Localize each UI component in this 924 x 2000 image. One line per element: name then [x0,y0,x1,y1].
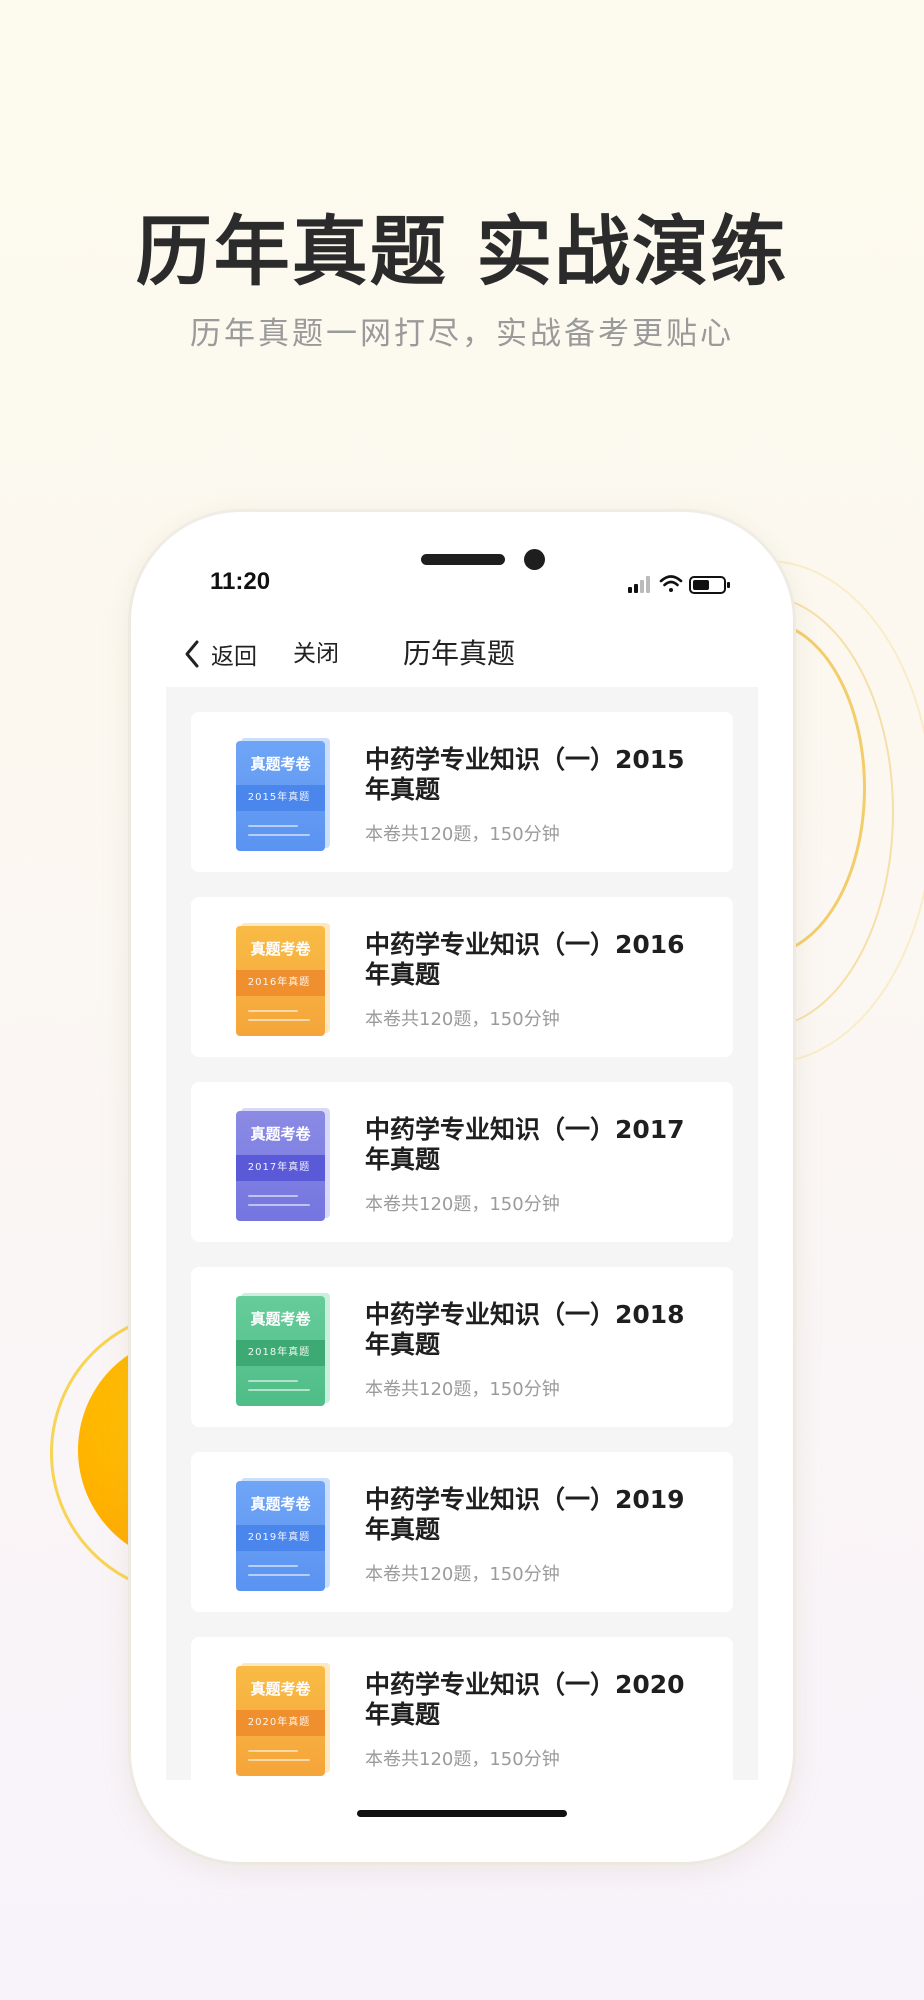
exam-card-2018[interactable]: 真题考卷 2018年真题 中药学专业知识（一）2018年真题 本卷共120题，1… [191,1267,733,1427]
exam-list: 真题考卷 2015年真题 中药学专业知识（一）2015年真题 本卷共120题，1… [166,687,758,1780]
cover-title: 真题考卷 [250,1310,311,1328]
phone-mockup: 11:20 返回 关闭 历年真题 真题考卷 2015年真题 中药学专业知识（一）… [131,512,793,1862]
status-time: 11:20 [210,568,271,595]
status-icons [628,572,738,596]
exam-title: 中药学专业知识（一）2020年真题 [365,1670,685,1729]
exam-meta: 本卷共120题，150分钟 [365,1379,560,1400]
chevron-left-icon [185,640,199,668]
battery-icon [689,576,730,594]
close-button[interactable]: 关闭 [293,634,339,674]
back-label: 返回 [211,644,257,670]
exam-card-2020[interactable]: 真题考卷 2020年真题 中药学专业知识（一）2020年真题 本卷共120题，1… [191,1637,733,1780]
back-button[interactable]: 返回 [183,634,257,674]
exam-meta: 本卷共120题，150分钟 [365,1194,560,1215]
exam-cover-thumbnail: 真题考卷 2018年真题 [236,1293,336,1406]
exam-meta: 本卷共120题，150分钟 [365,1749,560,1770]
front-camera [524,549,545,570]
exam-title: 中药学专业知识（一）2017年真题 [365,1115,685,1174]
promo-subline: 历年真题一网打尽，实战备考更贴心 [190,316,734,352]
exam-meta: 本卷共120题，150分钟 [365,1564,560,1585]
cover-year: 2018年真题 [236,1340,325,1366]
exam-card-2017[interactable]: 真题考卷 2017年真题 中药学专业知识（一）2017年真题 本卷共120题，1… [191,1082,733,1242]
cover-title: 真题考卷 [250,1495,311,1513]
signal-icon [628,576,650,593]
exam-meta: 本卷共120题，150分钟 [365,1009,560,1030]
exam-card-2016[interactable]: 真题考卷 2016年真题 中药学专业知识（一）2016年真题 本卷共120题，1… [191,897,733,1057]
exam-card-2015[interactable]: 真题考卷 2015年真题 中药学专业知识（一）2015年真题 本卷共120题，1… [191,712,733,872]
exam-title: 中药学专业知识（一）2016年真题 [365,930,685,989]
exam-title: 中药学专业知识（一）2018年真题 [365,1300,685,1359]
home-indicator[interactable] [357,1810,567,1817]
cover-year: 2015年真题 [236,785,325,811]
cover-title: 真题考卷 [250,755,311,773]
cover-year: 2017年真题 [236,1155,325,1181]
exam-cover-thumbnail: 真题考卷 2015年真题 [236,738,336,851]
exam-cover-thumbnail: 真题考卷 2019年真题 [236,1478,336,1591]
exam-cover-thumbnail: 真题考卷 2016年真题 [236,923,336,1036]
cover-year: 2016年真题 [236,970,325,996]
cover-year: 2020年真题 [236,1710,325,1736]
cover-year: 2019年真题 [236,1525,325,1551]
page-title: 历年真题 [403,637,516,670]
exam-title: 中药学专业知识（一）2019年真题 [365,1485,685,1544]
exam-cover-thumbnail: 真题考卷 2020年真题 [236,1663,336,1776]
speaker-notch [421,554,505,565]
promo-headline: 历年真题 实战演练 [135,207,789,296]
exam-cover-thumbnail: 真题考卷 2017年真题 [236,1108,336,1221]
cover-title: 真题考卷 [250,940,311,958]
exam-title: 中药学专业知识（一）2015年真题 [365,745,685,804]
exam-meta: 本卷共120题，150分钟 [365,824,560,845]
wifi-icon [659,575,683,592]
exam-card-2019[interactable]: 真题考卷 2019年真题 中药学专业知识（一）2019年真题 本卷共120题，1… [191,1452,733,1612]
cover-title: 真题考卷 [250,1680,311,1698]
cover-title: 真题考卷 [250,1125,311,1143]
